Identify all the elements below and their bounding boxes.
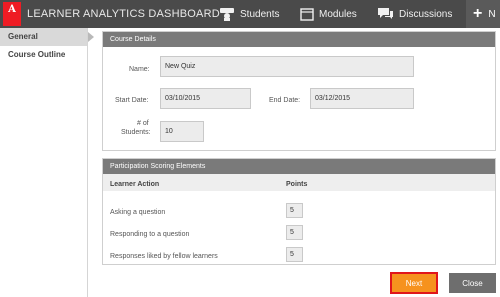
close-button[interactable]: Close	[449, 273, 496, 293]
column-points: Points	[286, 181, 308, 188]
students-count-label-line1: # of	[137, 120, 149, 127]
scoring-points-field[interactable]: 5	[286, 203, 303, 218]
adobe-logo-mark: A	[8, 4, 16, 15]
start-date-label: Start Date:	[115, 97, 149, 104]
name-label: Name:	[129, 66, 150, 73]
participation-scoring-panel: Participation Scoring Elements Learner A…	[102, 158, 496, 265]
scoring-row-label: Responses liked by fellow learners	[110, 253, 218, 260]
scoring-points-field[interactable]: 5	[286, 225, 303, 240]
sidebar-item-course-outline[interactable]: Course Outline	[0, 46, 87, 64]
nav-modules-label: Modules	[319, 8, 357, 20]
nav-students[interactable]: Students	[219, 0, 279, 28]
start-date-field[interactable]: 03/10/2015	[160, 88, 251, 109]
modules-icon	[300, 7, 314, 21]
students-count-field[interactable]: 10	[160, 121, 204, 142]
nav-students-label: Students	[240, 8, 280, 20]
name-field[interactable]: New Quiz	[160, 56, 414, 77]
add-button-label: N	[488, 8, 496, 20]
add-button[interactable]: + N	[466, 0, 500, 28]
top-navigation-bar: A LEARNER ANALYTICS DASHBOARD Students M…	[0, 0, 500, 28]
participation-scoring-header: Participation Scoring Elements	[103, 159, 495, 174]
column-learner-action: Learner Action	[110, 181, 160, 188]
nav-discussions-label: Discussions	[399, 8, 453, 20]
scoring-row-label: Asking a question	[110, 209, 166, 216]
course-details-header: Course Details	[103, 32, 495, 47]
scoring-points-field[interactable]: 5	[286, 247, 303, 262]
students-icon	[220, 8, 234, 21]
sidebar: General Course Outline	[0, 28, 94, 297]
adobe-logo: A	[3, 2, 21, 26]
students-count-label-line2: Students:	[121, 129, 151, 136]
app-title: LEARNER ANALYTICS DASHBOARD	[27, 8, 220, 20]
course-details-panel: Course Details Name: New Quiz Start Date…	[102, 31, 496, 151]
discussions-icon	[378, 8, 393, 19]
add-icon: +	[473, 5, 483, 22]
end-date-label: End Date:	[269, 97, 301, 104]
sidebar-item-general[interactable]: General	[0, 28, 94, 46]
scoring-row-label: Responding to a question	[110, 231, 190, 238]
nav-discussions[interactable]: Discussions	[377, 0, 452, 28]
next-button[interactable]: Next	[390, 272, 438, 294]
end-date-field[interactable]: 03/12/2015	[310, 88, 414, 109]
nav-modules[interactable]: Modules	[300, 0, 357, 28]
